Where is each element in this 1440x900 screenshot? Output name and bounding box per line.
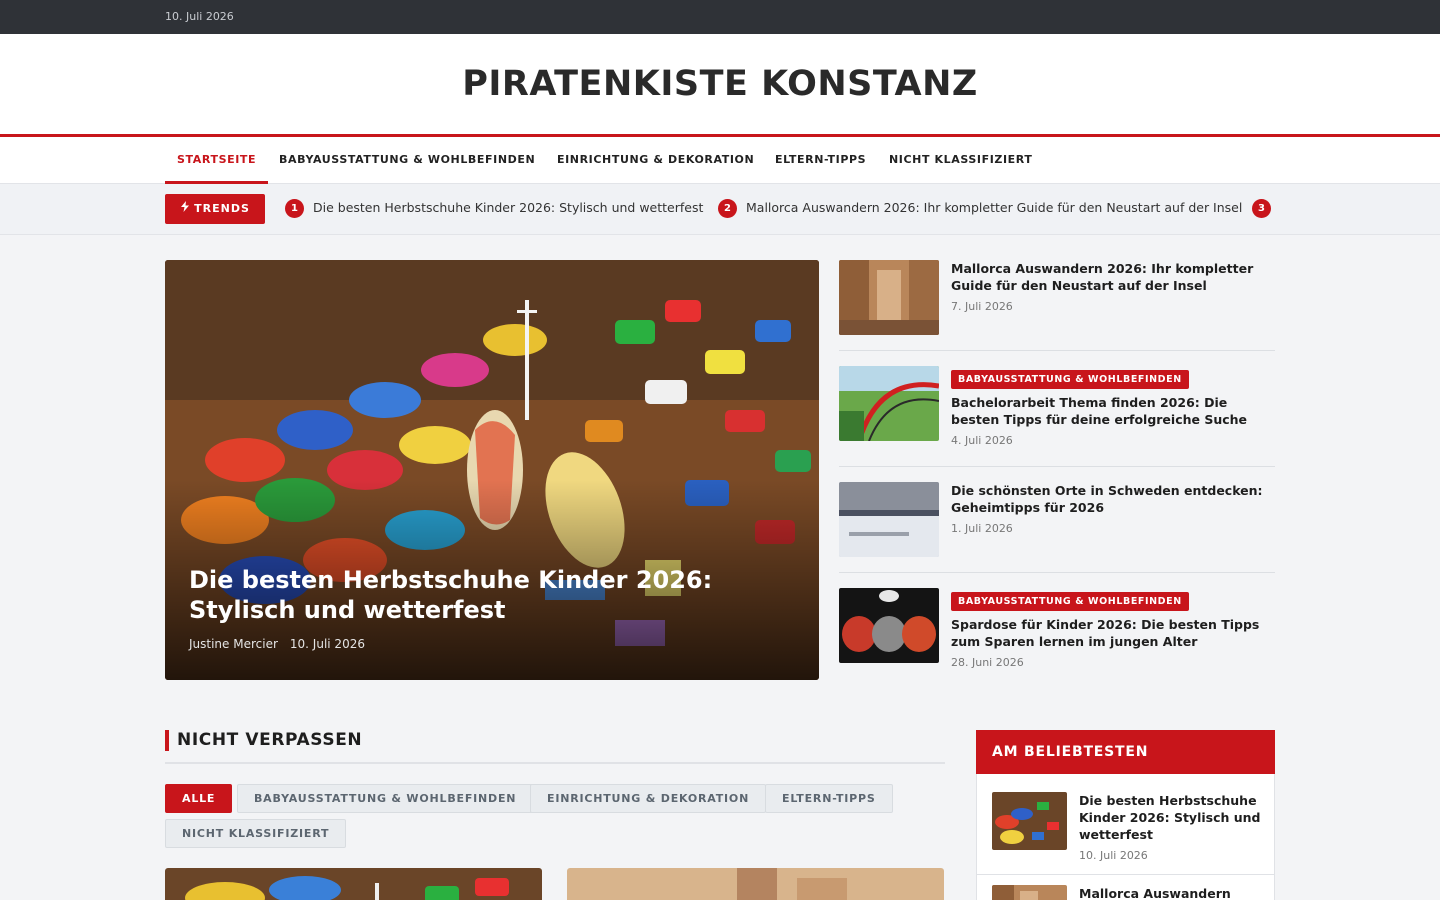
article-thumbnail[interactable]	[839, 366, 939, 441]
article-date: 4. Juli 2026	[951, 434, 1013, 447]
article-title[interactable]: Bachelorarbeit Thema finden 2026: Die be…	[951, 394, 1271, 428]
top-bar: 10. Juli 2026	[0, 0, 1440, 34]
article-title[interactable]: Mallorca Auswandern 2026: Ihr kompletter…	[951, 260, 1271, 294]
article-date: 7. Juli 2026	[951, 300, 1013, 313]
divider	[839, 350, 1275, 351]
article-thumbnail[interactable]	[992, 792, 1067, 850]
divider	[977, 874, 1274, 875]
trend-number: 1	[285, 199, 304, 218]
site-header: PIRATENKISTE KONSTANZ	[0, 34, 1440, 134]
trends-ticker: TRENDS 1 Die besten Herbstschuhe Kinder …	[0, 184, 1440, 235]
nav-item-eltern-tipps[interactable]: ELTERN-TIPPS	[775, 137, 866, 184]
article-thumbnail[interactable]	[839, 260, 939, 335]
article-thumbnail[interactable]	[992, 885, 1067, 900]
filter-chip-nicht-klassifiziert[interactable]: NICHT KLASSIFIZIERT	[165, 819, 347, 848]
hero-author[interactable]: Justine Mercier	[189, 637, 278, 651]
article-date: 1. Juli 2026	[951, 522, 1013, 535]
article-date: 28. Juni 2026	[951, 656, 1024, 669]
nav-item-startseite[interactable]: STARTSEITE	[165, 137, 269, 184]
trend-link[interactable]: Die besten Herbstschuhe Kinder 2026: Sty…	[313, 200, 703, 215]
trend-number: 2	[718, 199, 737, 218]
trend-number: 3	[1252, 199, 1271, 218]
category-badge[interactable]: BABYAUSSTATTUNG & WOHLBEFINDEN	[951, 592, 1189, 611]
article-thumbnail[interactable]	[839, 588, 939, 663]
category-badge[interactable]: BABYAUSSTATTUNG & WOHLBEFINDEN	[951, 370, 1189, 389]
nav-item-einrichtung[interactable]: EINRICHTUNG & DEKORATION	[557, 137, 754, 184]
bolt-icon	[180, 194, 190, 224]
popular-widget: AM BELIEBTESTEN Die besten Herbstschuhe …	[976, 730, 1275, 900]
current-date: 10. Juli 2026	[165, 10, 234, 23]
divider	[839, 572, 1275, 573]
filter-chip-alle[interactable]: ALLE	[165, 784, 233, 813]
article-card[interactable]	[165, 868, 542, 900]
main-navigation: STARTSEITE BABYAUSSTATTUNG & WOHLBEFINDE…	[0, 134, 1440, 184]
section-divider	[165, 762, 945, 764]
card-image	[165, 868, 542, 900]
filter-chip-einrichtung[interactable]: EINRICHTUNG & DEKORATION	[530, 784, 767, 813]
nav-item-nicht-klassifiziert[interactable]: NICHT KLASSIFIZIERT	[889, 137, 1032, 184]
section-title: NICHT VERPASSEN	[165, 730, 362, 751]
hero-article[interactable]: Die besten Herbstschuhe Kinder 2026: Sty…	[165, 260, 819, 680]
article-title[interactable]: Die schönsten Orte in Schweden entdecken…	[951, 482, 1271, 516]
site-logo[interactable]: PIRATENKISTE KONSTANZ	[0, 64, 1440, 104]
trends-badge: TRENDS	[165, 194, 265, 224]
article-title[interactable]: Die besten Herbstschuhe Kinder 2026: Sty…	[1079, 792, 1264, 843]
popular-title: AM BELIEBTESTEN	[976, 730, 1275, 774]
trend-link[interactable]: Mallorca Auswandern 2026: Ihr kompletter…	[746, 200, 1242, 215]
trends-label: TRENDS	[194, 202, 250, 215]
article-title[interactable]: Spardose für Kinder 2026: Die besten Tip…	[951, 616, 1271, 650]
article-date: 10. Juli 2026	[1079, 849, 1148, 862]
card-image	[567, 868, 944, 900]
hero-title[interactable]: Die besten Herbstschuhe Kinder 2026: Sty…	[189, 565, 789, 625]
filter-chip-babyausstattung[interactable]: BABYAUSSTATTUNG & WOHLBEFINDEN	[237, 784, 534, 813]
article-thumbnail[interactable]	[839, 482, 939, 557]
filter-chip-eltern-tipps[interactable]: ELTERN-TIPPS	[765, 784, 893, 813]
divider	[839, 466, 1275, 467]
nav-item-babyausstattung[interactable]: BABYAUSSTATTUNG & WOHLBEFINDEN	[279, 137, 535, 184]
hero-meta: Justine Mercier 10. Juli 2026	[189, 637, 377, 651]
article-card[interactable]	[567, 868, 944, 900]
hero-date: 10. Juli 2026	[289, 637, 365, 651]
article-title[interactable]: Mallorca Auswandern	[1079, 885, 1264, 900]
